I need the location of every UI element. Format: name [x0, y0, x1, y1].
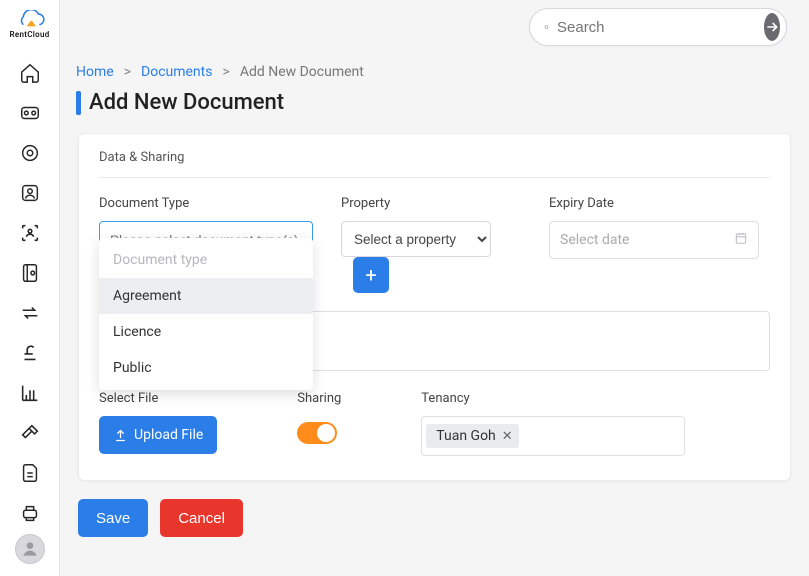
scan-icon[interactable] [19, 222, 41, 244]
search-go-button[interactable] [764, 13, 780, 41]
main: Home > Documents > Add New Document Add … [60, 0, 809, 576]
add-property-button[interactable]: + [353, 257, 389, 293]
field-sharing: Sharing [297, 391, 341, 456]
tenancy-tag: Tuan Goh ✕ [426, 424, 518, 448]
page-title-row: Add New Document [60, 90, 809, 133]
tenancy-label: Tenancy [421, 391, 770, 406]
title-accent [76, 91, 81, 115]
tag-remove-icon[interactable]: ✕ [502, 429, 513, 444]
printer-icon[interactable] [19, 502, 41, 524]
sharing-label: Sharing [297, 391, 341, 406]
select-file-label: Select File [99, 391, 217, 406]
page-title: Add New Document [89, 90, 284, 115]
sharing-toggle[interactable] [297, 422, 337, 444]
tenancy-tag-label: Tuan Goh [436, 428, 495, 444]
swap-icon[interactable] [19, 302, 41, 324]
home-icon[interactable] [19, 62, 41, 84]
contact-icon[interactable] [19, 182, 41, 204]
doc-type-label: Document Type [99, 196, 313, 211]
crumb-sep: > [222, 64, 229, 80]
meter-icon[interactable] [19, 102, 41, 124]
target-icon[interactable] [19, 142, 41, 164]
field-tenancy: Tenancy Tuan Goh ✕ [421, 391, 770, 456]
crumb-documents[interactable]: Documents [141, 64, 212, 80]
cloud-icon [13, 10, 47, 30]
sidebar-nav [19, 62, 41, 534]
crumb-current: Add New Document [240, 64, 364, 80]
property-label: Property [341, 196, 521, 211]
brand-name: RentCloud [9, 30, 49, 39]
avatar[interactable] [15, 534, 45, 564]
sidebar: RentCloud [0, 0, 60, 576]
crumb-sep: > [124, 64, 131, 80]
file-icon[interactable] [19, 462, 41, 484]
brand-logo: RentCloud [8, 6, 52, 42]
dropdown-option-agreement[interactable]: Agreement [99, 278, 313, 314]
doc-type-dropdown: Document type Agreement Licence Public [99, 238, 313, 390]
crumb-home[interactable]: Home [76, 64, 114, 80]
calendar-icon [734, 231, 748, 249]
dropdown-header: Document type [99, 242, 313, 278]
tenancy-input[interactable]: Tuan Goh ✕ [421, 416, 685, 456]
expiry-label: Expiry Date [549, 196, 759, 211]
search-input[interactable] [549, 19, 764, 36]
book-icon[interactable] [19, 262, 41, 284]
chart-icon[interactable] [19, 382, 41, 404]
pound-icon[interactable] [19, 342, 41, 364]
form-actions: Save Cancel [78, 499, 809, 537]
form-card: Data & Sharing Document Type Document ty… [78, 133, 791, 481]
field-select-file: Select File Upload File [99, 391, 217, 456]
breadcrumb: Home > Documents > Add New Document [60, 54, 809, 90]
search-box [529, 8, 787, 46]
dropdown-option-licence[interactable]: Licence [99, 314, 313, 350]
field-property: Property Select a property + [341, 196, 521, 293]
save-button[interactable]: Save [78, 499, 148, 537]
section-label: Data & Sharing [99, 150, 770, 178]
field-expiry: Expiry Date Select date [549, 196, 759, 293]
expiry-input[interactable]: Select date [549, 221, 759, 259]
upload-icon [113, 428, 128, 443]
hammer-icon[interactable] [19, 422, 41, 444]
cancel-button[interactable]: Cancel [160, 499, 243, 537]
property-select[interactable]: Select a property [341, 221, 491, 257]
field-document-type: Document Type Document type Agreement Li… [99, 196, 313, 293]
upload-label: Upload File [134, 427, 203, 443]
topbar [60, 0, 809, 54]
expiry-placeholder: Select date [560, 232, 629, 248]
upload-file-button[interactable]: Upload File [99, 416, 217, 454]
dropdown-option-public[interactable]: Public [99, 350, 313, 386]
